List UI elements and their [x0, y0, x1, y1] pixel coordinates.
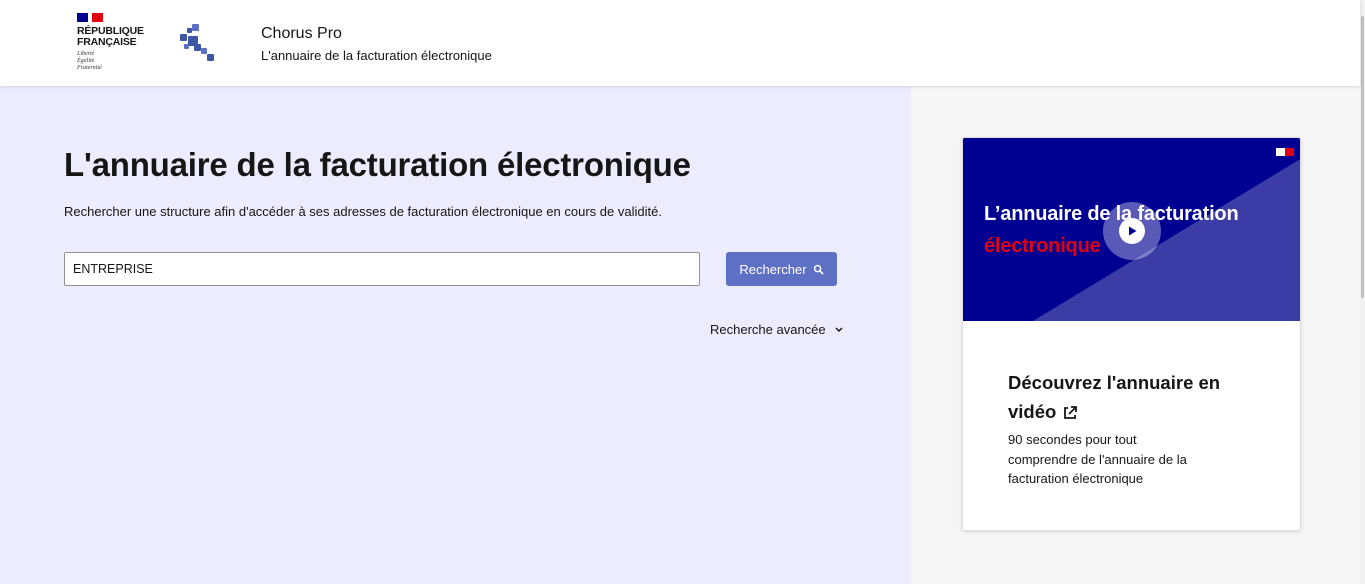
search-section: L'annuaire de la facturation électroniqu…: [0, 86, 911, 584]
app-title[interactable]: Chorus Pro: [261, 25, 342, 43]
page-title: L'annuaire de la facturation électroniqu…: [64, 146, 691, 183]
play-icon: [1129, 226, 1137, 236]
chorus-pro-logo-icon[interactable]: [179, 24, 215, 62]
search-icon: [813, 264, 824, 275]
search-input[interactable]: ENTREPRISE: [64, 252, 700, 286]
page-lead: Rechercher une structure afin d'accéder …: [64, 204, 662, 219]
external-link-icon: [1064, 406, 1078, 420]
scrollbar-thumb[interactable]: [1361, 16, 1364, 298]
site-header: RÉPUBLIQUE FRANÇAISE Liberté Égalité Fra…: [0, 0, 1360, 86]
mini-flag-icon: [1276, 148, 1294, 156]
search-button[interactable]: Rechercher: [726, 252, 837, 286]
gov-logo-text: RÉPUBLIQUE FRANÇAISE: [77, 25, 144, 48]
advanced-search-label: Recherche avancée: [710, 322, 826, 337]
gov-logo[interactable]: RÉPUBLIQUE FRANÇAISE Liberté Égalité Fra…: [77, 13, 157, 72]
marianne-flag-icon: [77, 13, 103, 22]
chevron-down-icon: [835, 326, 843, 332]
search-input-value: ENTREPRISE: [73, 262, 153, 276]
video-card-description: 90 secondes pour tout comprendre de l'an…: [1008, 432, 1187, 486]
video-card[interactable]: L’annuaire de la facturation électroniqu…: [962, 137, 1301, 531]
advanced-search-toggle[interactable]: Recherche avancée: [710, 322, 844, 337]
app-subtitle: L'annuaire de la facturation électroniqu…: [261, 48, 492, 63]
gov-motto: Liberté Égalité Fraternité: [77, 51, 102, 71]
video-card-title[interactable]: Découvrez l'annuaire en vidéo: [1008, 368, 1248, 426]
video-title-line2: électronique: [984, 235, 1101, 257]
video-thumbnail[interactable]: L’annuaire de la facturation électroniqu…: [963, 138, 1300, 321]
search-button-label: Rechercher: [739, 261, 807, 277]
play-button[interactable]: [1103, 202, 1161, 260]
